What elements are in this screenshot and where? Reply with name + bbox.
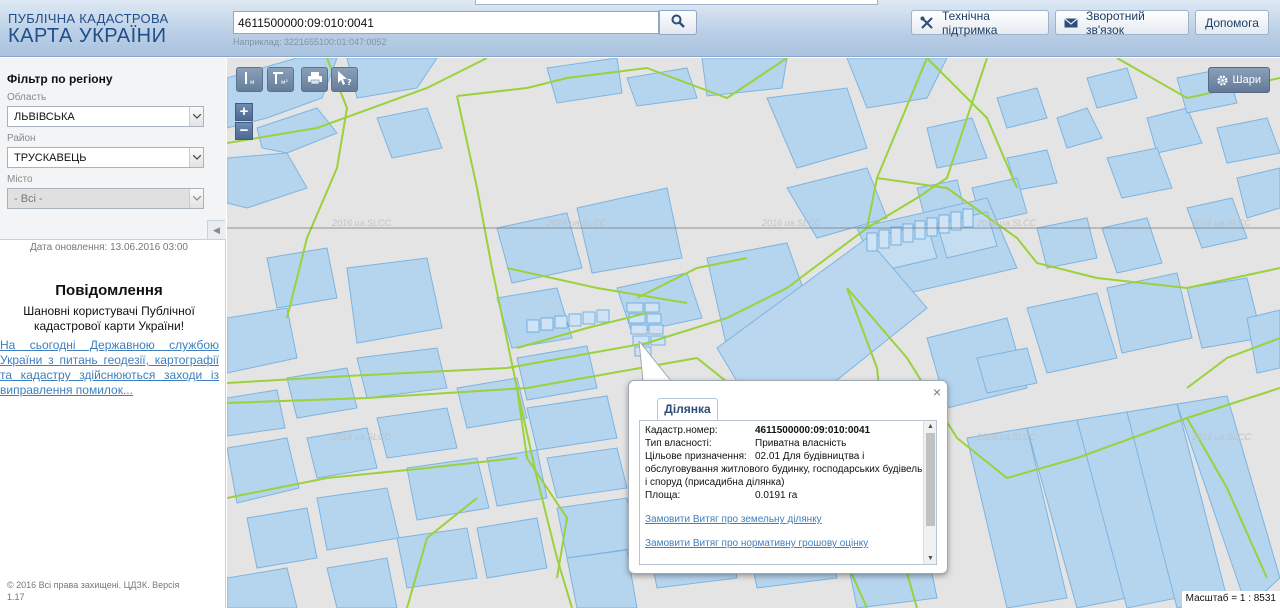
help-label: Допомога [1205, 15, 1259, 30]
close-icon[interactable]: × [933, 384, 941, 400]
help-button[interactable]: Допомога [1195, 10, 1269, 35]
district-label: Район [7, 133, 36, 144]
tools-icon [920, 16, 934, 30]
info-value: 0.0191 га [755, 490, 798, 501]
map-canvas[interactable]: 2016 ua.SLCC 2016 ua.SLCC 2016 ua.SLCC 2… [227, 58, 1280, 608]
cadastral-search-input[interactable] [233, 11, 659, 34]
region-select[interactable]: ЛЬВІВСЬКА [7, 106, 204, 127]
search-example: Наприклад: 3221655100:01:047:0052 [233, 37, 387, 47]
scroll-thumb[interactable] [926, 433, 935, 526]
parcel-info-popup: × Ділянка Кадастр.номер: 4611500000:09:0… [628, 380, 948, 574]
watermark-text: 2016 ua.SLCC [546, 218, 607, 228]
region-filter-panel: Фільтр по регіону Область ЛЬВІВСЬКА Райо… [0, 58, 226, 240]
watermark-text: 2016 ua.SLCC [976, 432, 1037, 442]
filter-title: Фільтр по регіону [7, 72, 113, 86]
printer-icon [307, 71, 323, 88]
info-value-purpose: 02.01 Для будівництва і обслуговування ж… [645, 451, 923, 488]
sidebar: Фільтр по регіону Область ЛЬВІВСЬКА Райо… [0, 58, 226, 608]
city-label: Місто [7, 174, 33, 185]
layers-label: Шари [1232, 74, 1261, 86]
watermark-text: 2016 ua.SLCC [761, 218, 822, 228]
tech-support-button[interactable]: Технічна підтримка [911, 8, 1049, 37]
logo-top-text: ПУБЛІЧНА КАДАСТРОВА [8, 11, 169, 26]
info-value: Приватна власність [755, 438, 847, 449]
gear-icon [1216, 74, 1228, 86]
search-icon [671, 14, 685, 31]
chevron-down-icon [189, 107, 203, 126]
watermark-text: 2016 ua.SLCC [1191, 218, 1252, 228]
envelope-icon [1064, 17, 1078, 28]
order-valuation-link[interactable]: Замовити Витяг про нормативну грошову оц… [645, 538, 868, 549]
watermark-text: 2016 ua.SLCC [1191, 432, 1252, 442]
tech-support-label: Технічна підтримка [942, 8, 998, 37]
order-extract-link[interactable]: Замовити Витяг про земельну ділянку [645, 514, 822, 525]
info-key: Тип власності: [645, 438, 712, 449]
svg-text:м: м [250, 79, 255, 86]
zoom-in-button[interactable]: + [235, 103, 253, 121]
tab-parcel[interactable]: Ділянка [657, 398, 718, 420]
site-logo[interactable]: ПУБЛІЧНА КАДАСТРОВА КАРТА УКРАЇНИ [8, 12, 168, 46]
identify-tool[interactable]: ? [331, 67, 358, 92]
scroll-up-icon[interactable]: ▲ [924, 421, 936, 432]
parcel-info-body: Кадастр.номер: 4611500000:09:010:0041 Ти… [639, 420, 937, 565]
watermark-text: 2016 ua.SLCC [331, 218, 392, 228]
notice-link[interactable]: На сьогодні Державною службою України з … [0, 338, 219, 398]
scroll-down-icon[interactable]: ▼ [924, 553, 936, 564]
district-value: ТРУСКАВЕЦЬ [14, 152, 87, 164]
city-select[interactable]: - Всі - [7, 188, 204, 209]
district-select[interactable]: ТРУСКАВЕЦЬ [7, 147, 204, 168]
update-date: Дата оновлення: 13.06.2016 03:00 [30, 242, 188, 253]
info-value: 4611500000:09:010:0041 [755, 425, 871, 436]
city-value: - Всі - [14, 193, 43, 205]
popup-scrollbar[interactable]: ▲ ▼ [923, 421, 936, 564]
top-notice-strip [475, 0, 878, 5]
notice-title: Повідомлення [55, 282, 163, 299]
svg-text:м²: м² [281, 79, 289, 86]
chevron-down-icon [189, 189, 203, 208]
map-scale: Масштаб = 1 : 8531 [1181, 591, 1280, 608]
logo-bottom-text: КАРТА УКРАЇНИ [8, 25, 167, 47]
svg-text:?: ? [347, 78, 352, 86]
cursor-question-icon: ? [336, 70, 354, 89]
layers-button[interactable]: Шари [1207, 67, 1270, 93]
feedback-label: Зворотний зв'язок [1086, 8, 1145, 37]
collapse-sidebar-button[interactable]: ◀ [207, 220, 225, 240]
feedback-button[interactable]: Зворотний зв'язок [1055, 8, 1189, 37]
notice-text: Шановні користувачі Публічної кадастрово… [23, 304, 195, 333]
chevron-down-icon [189, 148, 203, 167]
print-tool[interactable] [301, 67, 328, 92]
copyright: © 2016 Всі права захищені. ЦДЗК. Версія … [7, 580, 180, 602]
info-key: Кадастр.номер: [645, 425, 718, 436]
zoom-out-button[interactable]: − [235, 122, 253, 140]
ruler-icon: м [241, 70, 259, 89]
popup-pointer [638, 341, 673, 382]
area-ruler-icon: м² [271, 70, 291, 89]
measure-area-tool[interactable]: м² [267, 67, 294, 92]
chevron-left-icon: ◀ [213, 224, 220, 235]
info-key: Площа: [645, 490, 681, 501]
region-label: Область [7, 92, 47, 103]
search-button[interactable] [659, 10, 697, 35]
measure-distance-tool[interactable]: м [236, 67, 263, 92]
region-value: ЛЬВІВСЬКА [14, 111, 75, 123]
watermark-text: 2016 ua.SLCC [331, 432, 392, 442]
header: ПУБЛІЧНА КАДАСТРОВА КАРТА УКРАЇНИ Наприк… [0, 0, 1280, 57]
watermark-text: 2016 ua.SLCC [976, 218, 1037, 228]
